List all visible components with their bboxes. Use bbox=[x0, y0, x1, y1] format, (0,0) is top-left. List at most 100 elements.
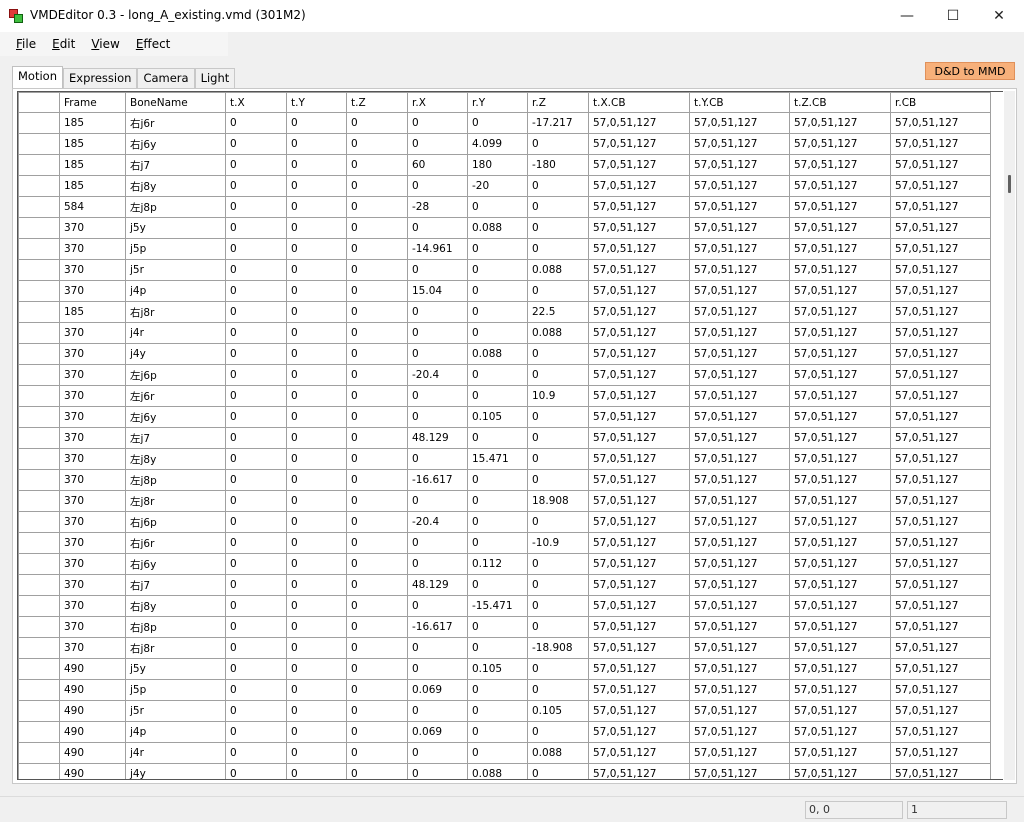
table-cell[interactable]: j5y bbox=[125, 658, 226, 680]
table-cell[interactable]: 0 bbox=[286, 637, 347, 659]
table-cell[interactable]: 0 bbox=[346, 511, 408, 533]
table-cell[interactable]: 0 bbox=[467, 427, 528, 449]
table-cell[interactable]: 0 bbox=[467, 385, 528, 407]
table-cell[interactable]: 0 bbox=[225, 553, 287, 575]
table-cell[interactable]: 57,0,51,127 bbox=[890, 490, 991, 512]
table-cell[interactable]: 57,0,51,127 bbox=[890, 511, 991, 533]
table-cell[interactable]: 57,0,51,127 bbox=[689, 322, 790, 344]
table-cell[interactable]: 185 bbox=[59, 133, 126, 155]
table-cell[interactable]: 0 bbox=[467, 532, 528, 554]
row-header[interactable] bbox=[18, 343, 60, 365]
table-cell[interactable]: 0 bbox=[286, 364, 347, 386]
table-cell[interactable]: 0 bbox=[467, 112, 528, 134]
table-cell[interactable]: 57,0,51,127 bbox=[789, 574, 891, 596]
table-cell[interactable]: 0 bbox=[467, 574, 528, 596]
table-cell[interactable]: 0 bbox=[527, 280, 589, 302]
table-cell[interactable]: 60 bbox=[407, 154, 468, 176]
table-row[interactable]: 370 右j6r 0 0 0 0 0 -10.9 57,0,51,127 57,0,51,127 5… bbox=[18, 532, 991, 554]
table-cell[interactable]: 0 bbox=[527, 448, 589, 470]
table-cell[interactable]: 0 bbox=[346, 406, 408, 428]
table-row[interactable]: 490 j4r 0 0 0 0 0 0.088 57,0,51,127 57,0,51,127 57… bbox=[18, 742, 991, 764]
table-cell[interactable]: 57,0,51,127 bbox=[689, 700, 790, 722]
tab-motion[interactable]: Motion bbox=[12, 66, 63, 88]
column-header[interactable]: t.Z.CB bbox=[789, 92, 891, 113]
table-cell[interactable]: 57,0,51,127 bbox=[890, 196, 991, 218]
table-cell[interactable]: 57,0,51,127 bbox=[789, 427, 891, 449]
row-header[interactable] bbox=[18, 616, 60, 638]
table-cell[interactable]: 0 bbox=[225, 427, 287, 449]
table-cell[interactable]: 0 bbox=[527, 175, 589, 197]
table-cell[interactable]: 370 bbox=[59, 280, 126, 302]
table-row[interactable]: 185 右j6y 0 0 0 0 4.099 0 57,0,51,127 57,0,51,127 5… bbox=[18, 133, 991, 155]
table-cell[interactable]: 0.105 bbox=[467, 658, 528, 680]
table-cell[interactable]: 0 bbox=[407, 259, 468, 281]
table-cell[interactable]: 0 bbox=[286, 448, 347, 470]
table-cell[interactable]: 0 bbox=[225, 406, 287, 428]
table-row[interactable]: 490 j5p 0 0 0 0.069 0 0 57,0,51,127 57,0,51,127 57… bbox=[18, 679, 991, 701]
table-cell[interactable]: 0 bbox=[467, 637, 528, 659]
table-cell[interactable]: 0 bbox=[346, 721, 408, 743]
table-cell[interactable]: 0 bbox=[527, 238, 589, 260]
table-cell[interactable]: 57,0,51,127 bbox=[588, 553, 690, 575]
table-row[interactable]: 370 右j6p 0 0 0 -20.4 0 0 57,0,51,127 57,0,51,127 5… bbox=[18, 511, 991, 533]
table-cell[interactable]: 0 bbox=[286, 616, 347, 638]
table-cell[interactable]: 0 bbox=[346, 742, 408, 764]
table-cell[interactable]: 0 bbox=[346, 679, 408, 701]
table-cell[interactable]: 0 bbox=[346, 280, 408, 302]
table-cell[interactable]: 0 bbox=[346, 175, 408, 197]
table-cell[interactable]: 0 bbox=[286, 469, 347, 491]
table-cell[interactable]: -10.9 bbox=[527, 532, 589, 554]
table-row[interactable]: 370 右j7 0 0 0 48.129 0 0 57,0,51,127 57,0,51,127 5… bbox=[18, 574, 991, 596]
table-cell[interactable]: 0 bbox=[407, 406, 468, 428]
table-cell[interactable]: 0 bbox=[467, 280, 528, 302]
row-header[interactable] bbox=[18, 721, 60, 743]
table-cell[interactable]: 370 bbox=[59, 448, 126, 470]
table-cell[interactable]: 0 bbox=[286, 763, 347, 779]
table-cell[interactable]: 0 bbox=[527, 364, 589, 386]
table-cell[interactable]: 57,0,51,127 bbox=[689, 616, 790, 638]
motion-grid[interactable]: Frame BoneName t.X t.Y t.Z r.X r.Y r.Z t.X.CB t.Y… bbox=[17, 91, 1003, 780]
table-cell[interactable]: j5r bbox=[125, 259, 226, 281]
table-cell[interactable]: 57,0,51,127 bbox=[588, 238, 690, 260]
table-cell[interactable]: 370 bbox=[59, 364, 126, 386]
table-cell[interactable]: 0 bbox=[527, 574, 589, 596]
table-cell[interactable]: j4r bbox=[125, 742, 226, 764]
table-cell[interactable]: 370 bbox=[59, 217, 126, 239]
table-cell[interactable]: 57,0,51,127 bbox=[588, 679, 690, 701]
table-row[interactable]: 185 右j8y 0 0 0 0 -20 0 57,0,51,127 57,0,51,127 57,… bbox=[18, 175, 991, 197]
table-cell[interactable]: 右j6r bbox=[125, 532, 226, 554]
table-row[interactable]: 370 左j7 0 0 0 48.129 0 0 57,0,51,127 57,0,51,127 5… bbox=[18, 427, 991, 449]
tab-light[interactable]: Light bbox=[194, 68, 236, 88]
table-cell[interactable]: 0.112 bbox=[467, 553, 528, 575]
table-row[interactable]: 370 左j8r 0 0 0 0 0 18.908 57,0,51,127 57,0,51,127… bbox=[18, 490, 991, 512]
table-row[interactable]: 490 j5y 0 0 0 0 0.105 0 57,0,51,127 57,0,51,127 57… bbox=[18, 658, 991, 680]
table-cell[interactable]: 0.105 bbox=[527, 700, 589, 722]
table-cell[interactable]: 370 bbox=[59, 511, 126, 533]
table-cell[interactable]: 4.099 bbox=[467, 133, 528, 155]
table-cell[interactable]: 370 bbox=[59, 595, 126, 617]
table-row[interactable]: 370 j4r 0 0 0 0 0 0.088 57,0,51,127 57,0,51,127 57… bbox=[18, 322, 991, 344]
table-cell[interactable]: 0.088 bbox=[527, 742, 589, 764]
table-cell[interactable]: -20.4 bbox=[407, 364, 468, 386]
table-cell[interactable]: 0 bbox=[467, 238, 528, 260]
table-cell[interactable]: 0 bbox=[225, 490, 287, 512]
table-cell[interactable]: 370 bbox=[59, 553, 126, 575]
table-cell[interactable]: 右j6y bbox=[125, 133, 226, 155]
table-cell[interactable]: 490 bbox=[59, 721, 126, 743]
table-cell[interactable]: 57,0,51,127 bbox=[890, 553, 991, 575]
table-cell[interactable]: 57,0,51,127 bbox=[890, 217, 991, 239]
table-cell[interactable]: 0 bbox=[407, 217, 468, 239]
column-header[interactable]: Frame bbox=[59, 92, 126, 113]
table-cell[interactable]: 57,0,51,127 bbox=[689, 280, 790, 302]
table-cell[interactable]: 57,0,51,127 bbox=[890, 175, 991, 197]
table-cell[interactable]: 57,0,51,127 bbox=[689, 553, 790, 575]
table-cell[interactable]: 0 bbox=[467, 679, 528, 701]
table-cell[interactable]: 0 bbox=[286, 133, 347, 155]
table-cell[interactable]: 0 bbox=[407, 658, 468, 680]
table-cell[interactable]: 57,0,51,127 bbox=[890, 469, 991, 491]
table-cell[interactable]: 57,0,51,127 bbox=[588, 133, 690, 155]
table-row[interactable]: 370 左j8y 0 0 0 0 15.471 0 57,0,51,127 57,0,51,127… bbox=[18, 448, 991, 470]
table-cell[interactable]: 57,0,51,127 bbox=[588, 700, 690, 722]
table-cell[interactable]: 0.088 bbox=[467, 763, 528, 779]
table-cell[interactable]: 57,0,51,127 bbox=[890, 721, 991, 743]
